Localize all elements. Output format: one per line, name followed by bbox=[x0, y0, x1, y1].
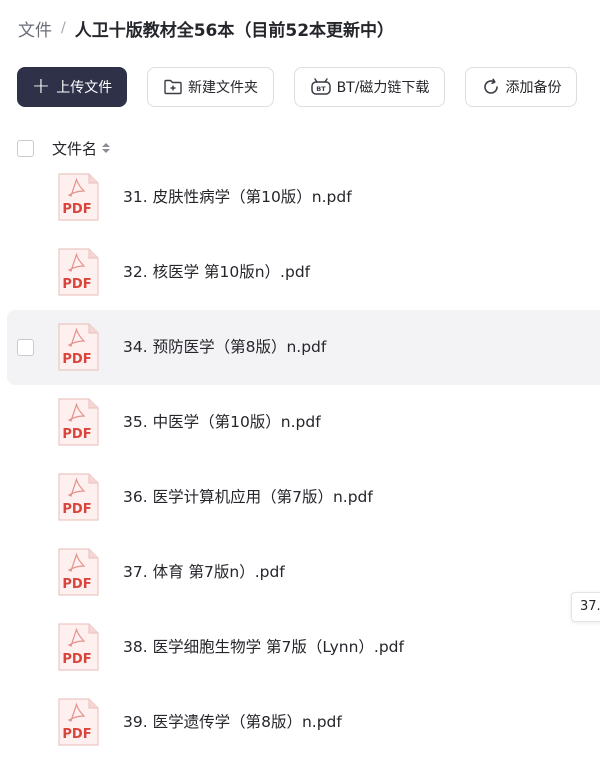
upload-button[interactable]: + 上传文件 bbox=[17, 67, 127, 107]
file-name[interactable]: 34. 预防医学（第8版）n.pdf bbox=[123, 335, 326, 357]
pdf-icon-text: PDF bbox=[62, 727, 91, 742]
file-name[interactable]: 39. 医学遗传学（第8版）n.pdf bbox=[123, 710, 342, 732]
file-name[interactable]: 38. 医学细胞生物学 第7版（Lynn）.pdf bbox=[123, 635, 404, 657]
bt-magnet-download-button[interactable]: BT BT/磁力链下载 bbox=[294, 67, 445, 107]
pdf-file-icon: PDF bbox=[58, 323, 99, 371]
pdf-icon-text: PDF bbox=[62, 277, 91, 292]
breadcrumb-separator: / bbox=[61, 20, 66, 36]
file-row[interactable]: PDF 32. 核医学 第10版n）.pdf bbox=[7, 235, 600, 310]
bt-icon: BT bbox=[310, 78, 331, 95]
sort-icon[interactable] bbox=[102, 143, 111, 153]
file-name[interactable]: 37. 体育 第7版n）.pdf bbox=[123, 560, 285, 582]
svg-text:BT: BT bbox=[316, 85, 326, 93]
file-row[interactable]: PDF 37. 体育 第7版n）.pdf bbox=[7, 535, 600, 610]
file-row[interactable]: PDF 31. 皮肤性病学（第10版）n.pdf bbox=[7, 160, 600, 235]
file-row[interactable]: PDF 35. 中医学（第10版）n.pdf bbox=[7, 385, 600, 460]
new-folder-icon bbox=[164, 79, 182, 95]
pdf-icon-text: PDF bbox=[62, 427, 91, 442]
new-folder-button-label: 新建文件夹 bbox=[188, 80, 258, 96]
pdf-file-icon: PDF bbox=[58, 623, 99, 671]
breadcrumb-root-link[interactable]: 文件 bbox=[18, 16, 52, 41]
pdf-file-icon: PDF bbox=[58, 248, 99, 296]
pdf-icon-text: PDF bbox=[62, 352, 91, 367]
file-list: PDF 31. 皮肤性病学（第10版）n.pdf PDF 32. 核医学 第10… bbox=[7, 160, 600, 760]
filename-tooltip: 37. bbox=[571, 592, 600, 622]
file-name[interactable]: 36. 医学计算机应用（第7版）n.pdf bbox=[123, 485, 373, 507]
page-title: 人卫十版教材全56本（目前52本更新中） bbox=[74, 20, 395, 41]
list-header: 文件名 bbox=[17, 137, 111, 159]
pdf-icon-text: PDF bbox=[62, 577, 91, 592]
add-backup-label: 添加备份 bbox=[505, 80, 562, 96]
plus-icon: + bbox=[31, 74, 51, 99]
pdf-icon-text: PDF bbox=[62, 202, 91, 217]
row-checkbox[interactable] bbox=[17, 339, 34, 356]
new-folder-button[interactable]: 新建文件夹 bbox=[147, 67, 274, 107]
file-row[interactable]: PDF 39. 医学遗传学（第8版）n.pdf bbox=[7, 685, 600, 760]
pdf-file-icon: PDF bbox=[58, 698, 99, 746]
sync-icon bbox=[483, 78, 498, 94]
pdf-file-icon: PDF bbox=[58, 398, 99, 446]
select-all-checkbox[interactable] bbox=[17, 139, 34, 157]
file-name[interactable]: 35. 中医学（第10版）n.pdf bbox=[123, 410, 321, 432]
bt-magnet-download-label: BT/磁力链下载 bbox=[336, 80, 430, 96]
breadcrumb: 文件 / 人卫十版教材全56本（目前52本更新中） bbox=[18, 15, 394, 41]
file-name[interactable]: 32. 核医学 第10版n）.pdf bbox=[123, 260, 310, 282]
pdf-icon-text: PDF bbox=[62, 652, 91, 667]
file-name[interactable]: 31. 皮肤性病学（第10版）n.pdf bbox=[123, 185, 352, 207]
file-row[interactable]: PDF 38. 医学细胞生物学 第7版（Lynn）.pdf bbox=[7, 610, 600, 685]
toolbar: + 上传文件 新建文件夹 BT BT/磁力链下载 添加备份 bbox=[17, 67, 577, 107]
pdf-icon-text: PDF bbox=[62, 502, 91, 517]
pdf-file-icon: PDF bbox=[58, 473, 99, 521]
filename-column-header[interactable]: 文件名 bbox=[52, 138, 97, 159]
file-row[interactable]: PDF 34. 预防医学（第8版）n.pdf bbox=[7, 310, 600, 385]
pdf-file-icon: PDF bbox=[58, 548, 99, 596]
upload-button-label: 上传文件 bbox=[56, 80, 113, 96]
file-row[interactable]: PDF 36. 医学计算机应用（第7版）n.pdf bbox=[7, 460, 600, 535]
add-backup-button[interactable]: 添加备份 bbox=[465, 67, 577, 107]
pdf-file-icon: PDF bbox=[58, 173, 99, 221]
